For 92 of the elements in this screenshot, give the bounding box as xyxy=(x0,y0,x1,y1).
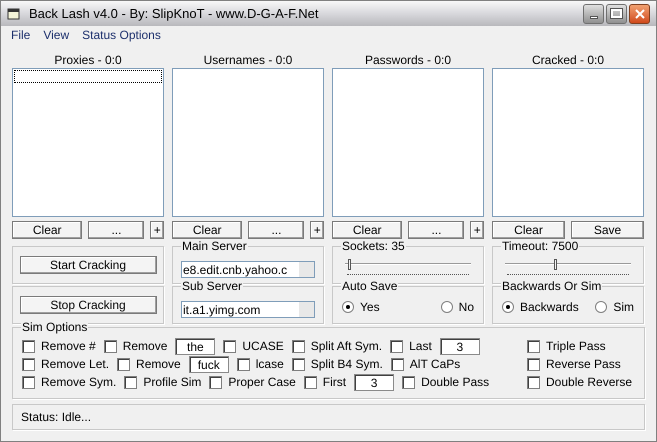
group-label: Main Server xyxy=(181,239,248,253)
add-button[interactable]: + xyxy=(150,221,164,239)
text-field[interactable]: 3 xyxy=(440,338,480,354)
checkbox-label: AlT CaPs xyxy=(410,356,460,373)
checkbox-label: lcase xyxy=(256,356,284,373)
checkbox[interactable] xyxy=(527,376,540,388)
radio-label: Backwards xyxy=(520,299,579,316)
checkbox-label: Split Aft Sym. xyxy=(310,338,382,355)
list-box[interactable] xyxy=(332,68,484,217)
checkbox[interactable] xyxy=(292,358,305,370)
minimize-button[interactable] xyxy=(583,4,604,24)
slider-thumb[interactable] xyxy=(554,259,558,270)
radio-button[interactable] xyxy=(342,301,354,313)
list-title: Cracked - 0:0 xyxy=(530,53,606,67)
checkbox-label: Profile Sim xyxy=(143,374,202,391)
checkbox[interactable] xyxy=(304,376,317,388)
close-icon xyxy=(634,8,644,18)
checkbox-label: Remove xyxy=(122,338,168,355)
server-combobox[interactable]: e8.edit.cnb.yahoo.c xyxy=(181,261,315,278)
radio-label: Yes xyxy=(360,299,380,316)
group-label: Sim Options xyxy=(21,320,88,334)
list-box[interactable] xyxy=(492,68,644,217)
checkbox[interactable] xyxy=(390,340,404,352)
checkbox[interactable] xyxy=(223,340,236,352)
menu-item[interactable]: View xyxy=(43,26,70,44)
menu-item[interactable]: File xyxy=(11,26,30,44)
maximize-button[interactable] xyxy=(606,4,627,24)
list-button[interactable]: Clear xyxy=(12,221,82,239)
radio-button[interactable] xyxy=(595,301,608,313)
list-button[interactable]: Clear xyxy=(172,221,242,239)
add-button[interactable]: + xyxy=(310,221,324,239)
list-title: Usernames - 0:0 xyxy=(202,53,294,67)
checkbox[interactable] xyxy=(22,376,35,388)
radio-button[interactable] xyxy=(440,301,453,313)
checkbox[interactable] xyxy=(527,358,540,370)
checkbox-label: First xyxy=(322,374,346,391)
checkbox-label: Remove Sym. xyxy=(41,374,116,391)
checkbox[interactable] xyxy=(124,376,138,388)
list-button[interactable]: Clear xyxy=(492,221,565,239)
list-title: Passwords - 0:0 xyxy=(364,53,452,67)
list-button[interactable]: Clear xyxy=(332,221,402,239)
server-combobox[interactable]: it.a1.yimg.com xyxy=(181,301,315,318)
checkbox[interactable] xyxy=(104,340,117,352)
action-button[interactable]: Start Cracking xyxy=(20,256,156,274)
checkbox[interactable] xyxy=(402,376,416,388)
checkbox[interactable] xyxy=(236,358,250,370)
checkbox-label: Remove # xyxy=(41,338,96,355)
text-field[interactable]: 3 xyxy=(354,374,394,390)
group-label: Sockets: 35 xyxy=(341,239,406,253)
list-box[interactable] xyxy=(172,68,324,217)
list-button[interactable]: Save xyxy=(571,221,644,239)
action-button[interactable]: Stop Cracking xyxy=(20,296,156,314)
group-label: Auto Save xyxy=(341,279,398,293)
radio-label: Sim xyxy=(613,299,634,316)
window-title: Back Lash v4.0 - By: SlipKnoT - www.D-G-A-F.Net xyxy=(29,4,318,23)
checkbox-label: Last xyxy=(409,338,432,355)
checkbox-label: Double Pass xyxy=(421,374,490,391)
list-box[interactable] xyxy=(12,68,164,217)
close-button[interactable] xyxy=(629,4,650,24)
checkbox[interactable] xyxy=(292,340,305,352)
slider[interactable] xyxy=(505,259,631,275)
radio-button[interactable] xyxy=(502,301,514,313)
list-button[interactable]: ... xyxy=(88,221,144,239)
group-label: Timeout: 7500 xyxy=(501,239,580,253)
radio-label: No xyxy=(458,299,474,316)
checkbox-label: Reverse Pass xyxy=(546,356,621,373)
checkbox[interactable] xyxy=(22,358,35,370)
list-button[interactable]: ... xyxy=(248,221,304,239)
checkbox-label: Remove xyxy=(136,356,181,373)
checkbox-label: Double Reverse xyxy=(546,374,632,391)
checkbox[interactable] xyxy=(527,340,540,352)
list-title: Proxies - 0:0 xyxy=(53,53,123,67)
group-label: Backwards Or Sim xyxy=(501,279,602,293)
group-label: Sub Server xyxy=(181,279,244,293)
slider-thumb[interactable] xyxy=(348,259,351,270)
checkbox-label: Split B4 Sym. xyxy=(310,356,383,373)
checkbox[interactable] xyxy=(22,340,35,352)
checkbox-label: Proper Case xyxy=(228,374,296,391)
text-field[interactable]: fuck xyxy=(188,356,229,372)
checkbox[interactable] xyxy=(117,358,130,370)
text-field[interactable]: the xyxy=(175,338,216,354)
checkbox-label: Triple Pass xyxy=(546,338,606,355)
menu-item[interactable]: Status Options xyxy=(82,26,161,44)
checkbox-label: Remove Let. xyxy=(41,356,110,373)
slider[interactable] xyxy=(345,259,471,275)
list-button[interactable]: ... xyxy=(408,221,464,239)
status-text: Status: Idle... xyxy=(21,409,92,426)
checkbox[interactable] xyxy=(390,358,404,370)
checkbox-label: UCASE xyxy=(242,338,284,355)
add-button[interactable]: + xyxy=(470,221,484,239)
checkbox[interactable] xyxy=(209,376,222,388)
app-icon xyxy=(7,6,21,20)
